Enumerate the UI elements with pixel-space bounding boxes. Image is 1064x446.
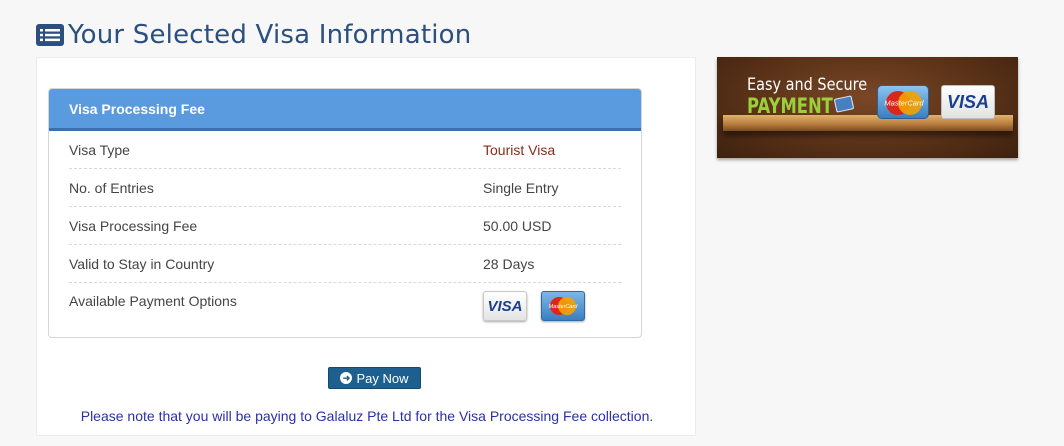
secure-payment-banner: Easy and Secure PAYMENT MasterCard VISA [717, 57, 1018, 158]
credit-card-icon [833, 95, 855, 113]
fee-row-visa-type: Visa Type Tourist Visa [69, 131, 621, 169]
fee-table: Visa Type Tourist Visa No. of Entries Si… [49, 131, 641, 333]
banner-mastercard-label: MasterCard [884, 99, 924, 108]
page-title: Your Selected Visa Information [36, 20, 471, 50]
fee-row-entries: No. of Entries Single Entry [69, 169, 621, 207]
banner-line1: Easy and Secure [747, 75, 868, 95]
payment-note: Please note that you will be paying to G… [80, 408, 654, 424]
pay-now-button[interactable]: ➜ Pay Now [328, 367, 421, 389]
visa-info-card: Visa Processing Fee Visa Type Tourist Vi… [36, 57, 696, 436]
list-icon [36, 24, 64, 46]
fee-panel: Visa Processing Fee Visa Type Tourist Vi… [48, 88, 642, 338]
visa-card-icon: VISA [483, 291, 527, 321]
banner-visa-icon: VISA [941, 85, 995, 119]
pay-now-label: Pay Now [356, 370, 409, 386]
fee-label: Available Payment Options [69, 293, 237, 309]
fee-label: Visa Processing Fee [69, 217, 198, 234]
fee-label: Valid to Stay in Country [69, 255, 215, 272]
fee-value: 50.00 USD [483, 217, 552, 234]
fee-value: Single Entry [483, 179, 559, 196]
fee-value: Tourist Visa [483, 141, 556, 158]
banner-mastercard-icon: MasterCard [877, 85, 929, 119]
mastercard-icon: MasterCard [541, 291, 585, 321]
mastercard-label: MasterCard [549, 304, 579, 310]
fee-row-stay-validity: Valid to Stay in Country 28 Days [69, 245, 621, 283]
page-title-text: Your Selected Visa Information [68, 20, 472, 50]
fee-row-processing-fee: Visa Processing Fee 50.00 USD [69, 207, 621, 245]
fee-label: No. of Entries [69, 179, 154, 196]
payment-options: VISA MasterCard [483, 291, 621, 321]
fee-row-payment-options: Available Payment Options VISA MasterCar… [69, 283, 621, 333]
fee-value: 28 Days [483, 255, 535, 272]
fee-panel-header: Visa Processing Fee [49, 89, 641, 131]
fee-label: Visa Type [69, 141, 130, 158]
arrow-right-circle-icon: ➜ [340, 372, 353, 384]
